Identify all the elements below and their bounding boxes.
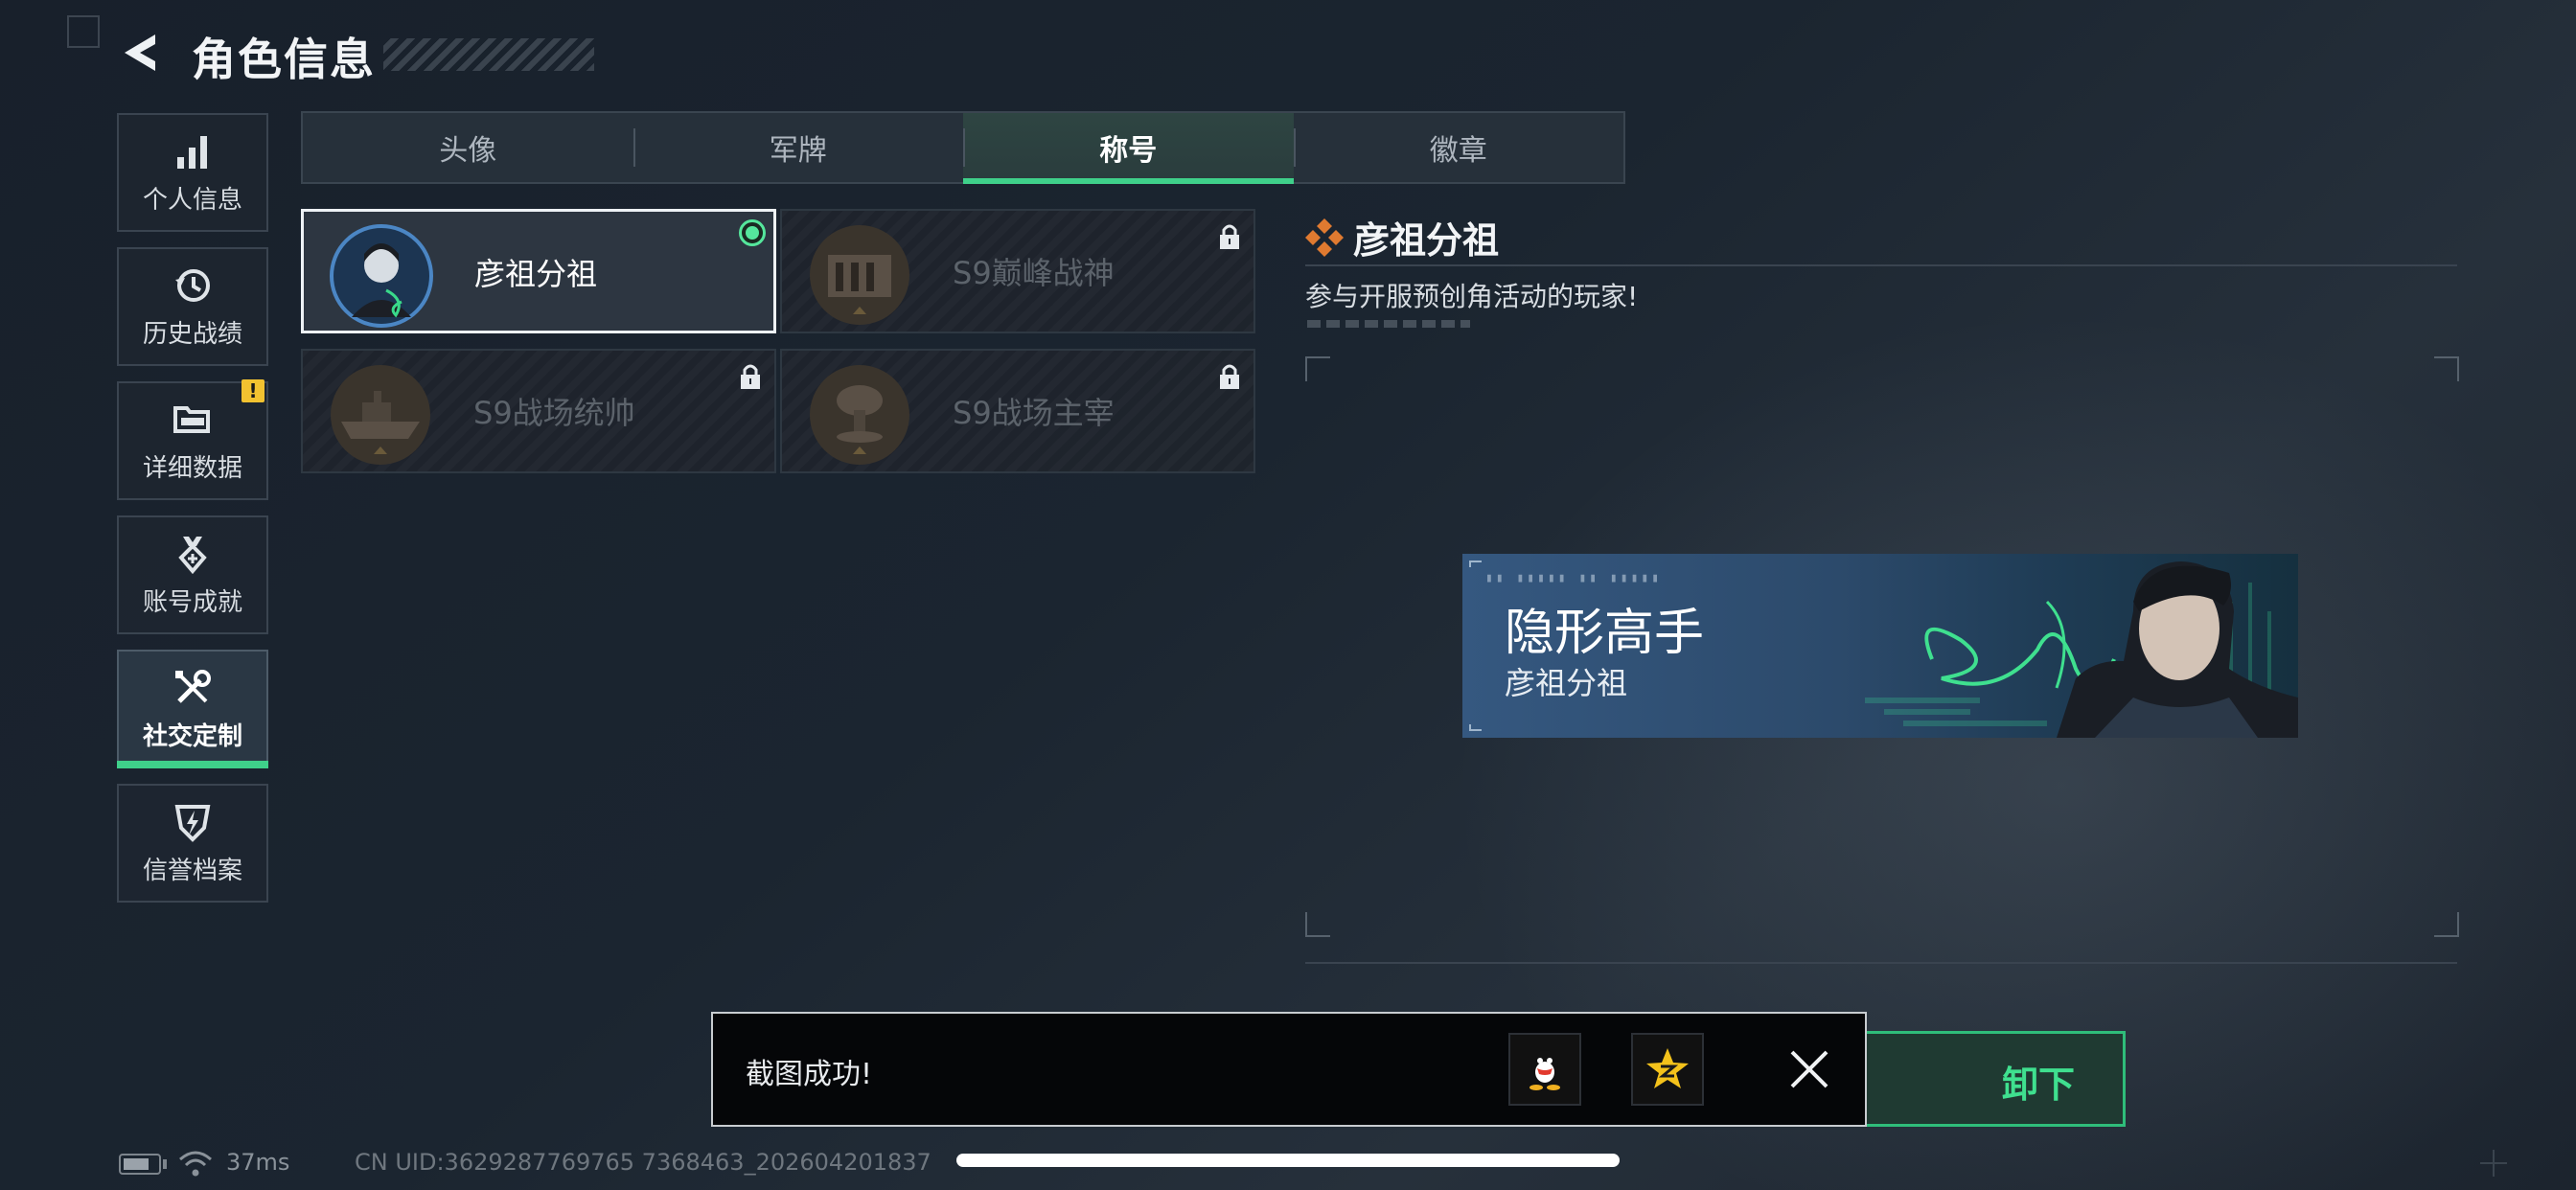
title-decoration: [383, 38, 594, 71]
divider: [1305, 962, 2457, 964]
detail-description: 参与开服预创角活动的玩家!: [1305, 281, 1639, 312]
title-banner-preview: ▮▮ ▮▮▮▮▮ ▮▮ ▮▮▮▮▮ 隐形高手 彦祖分祖: [1462, 554, 2298, 738]
sidebar-item-label: 信誉档案: [142, 856, 242, 885]
history-clock-icon: [175, 268, 210, 302]
sidebar-item-history[interactable]: 历史战绩: [117, 247, 268, 366]
detail-title: 彦祖分祖: [1353, 219, 1500, 262]
title-card-name: S9巅峰战神: [953, 255, 1115, 291]
title-card-selected[interactable]: 彦祖分祖: [301, 209, 776, 333]
title-card-name: S9战场主宰: [953, 395, 1115, 431]
uid-text: CN UID:3629287769765 7368463_20260420183…: [355, 1149, 932, 1176]
diamond-emblem-icon: [1305, 218, 1344, 257]
battery-tip: [163, 1159, 167, 1169]
tab-title[interactable]: 称号: [963, 113, 1294, 184]
medal-icon: [178, 536, 207, 574]
sidebar-item-label: 社交定制: [142, 721, 242, 751]
sidebar-item-social-custom[interactable]: 社交定制: [117, 650, 268, 768]
screenshot-toast: 截图成功!: [711, 1012, 1867, 1127]
lock-icon: [741, 364, 760, 389]
share-qq-button[interactable]: [1508, 1033, 1581, 1106]
lock-icon: [1220, 364, 1239, 389]
tab-dog-tag[interactable]: 军牌: [632, 113, 964, 182]
battery-icon: [119, 1154, 161, 1175]
warning-badge: !: [242, 379, 264, 402]
title-card-name: 彦祖分祖: [474, 256, 598, 292]
equipped-indicator: [739, 219, 766, 246]
title-card-locked[interactable]: S9巅峰战神: [780, 209, 1255, 333]
preview-frame-corner: [1305, 356, 1330, 381]
title-card-locked[interactable]: S9战场主宰: [780, 349, 1255, 473]
ping-text: 37ms: [226, 1149, 290, 1176]
portrait-avatar-icon: [330, 224, 433, 328]
unequip-button-label: 卸下: [2001, 1064, 2075, 1106]
decoration-dashes: [1307, 320, 1470, 328]
home-indicator[interactable]: [956, 1154, 1620, 1167]
wrench-screwdriver-icon: [175, 669, 211, 703]
tab-bar: 头像 军牌 称号 徽章: [301, 111, 1625, 184]
bar-chart-icon: [177, 135, 207, 169]
title-card-name: S9战场统帅: [473, 395, 635, 431]
preview-frame-corner: [1305, 912, 1330, 937]
toast-message: 截图成功!: [746, 1058, 873, 1091]
sidebar-item-label: 详细数据: [142, 453, 242, 483]
qq-penguin-icon: [1530, 1050, 1560, 1090]
sidebar-item-reputation[interactable]: 信誉档案: [117, 784, 268, 903]
share-qzone-button[interactable]: [1631, 1033, 1704, 1106]
back-button[interactable]: [115, 27, 167, 79]
divider: [1305, 264, 2457, 266]
window-corner-box: [67, 15, 100, 48]
tab-avatar[interactable]: 头像: [303, 113, 633, 182]
shield-lightning-icon: [174, 804, 211, 842]
lock-icon: [1220, 224, 1239, 249]
plus-icon: [2480, 1150, 2507, 1177]
sidebar-item-achievements[interactable]: 账号成就: [117, 515, 268, 634]
preview-frame-corner: [2434, 912, 2459, 937]
unequip-button[interactable]: 卸下: [1850, 1031, 2126, 1127]
tab-badge[interactable]: 徽章: [1293, 113, 1624, 182]
back-arrow-icon: [125, 34, 155, 71]
sidebar-item-label: 历史战绩: [142, 319, 242, 349]
page-title: 角色信息: [192, 34, 376, 85]
close-icon[interactable]: [1779, 1039, 1840, 1100]
warship-emblem-icon: [331, 365, 430, 465]
title-card-locked[interactable]: S9战场统帅: [301, 349, 776, 473]
building-emblem-icon: [810, 225, 909, 325]
banner-art: [1469, 561, 2298, 738]
sidebar-item-label: 账号成就: [142, 587, 242, 617]
preview-frame-corner: [2434, 356, 2459, 381]
folder-icon: [173, 405, 210, 433]
qzone-star-icon: [1646, 1048, 1689, 1088]
wifi-icon: [179, 1151, 212, 1177]
sidebar-item-label: 个人信息: [142, 185, 242, 215]
sidebar-item-personal-info[interactable]: 个人信息: [117, 113, 268, 232]
mushroom-cloud-emblem-icon: [810, 365, 909, 465]
